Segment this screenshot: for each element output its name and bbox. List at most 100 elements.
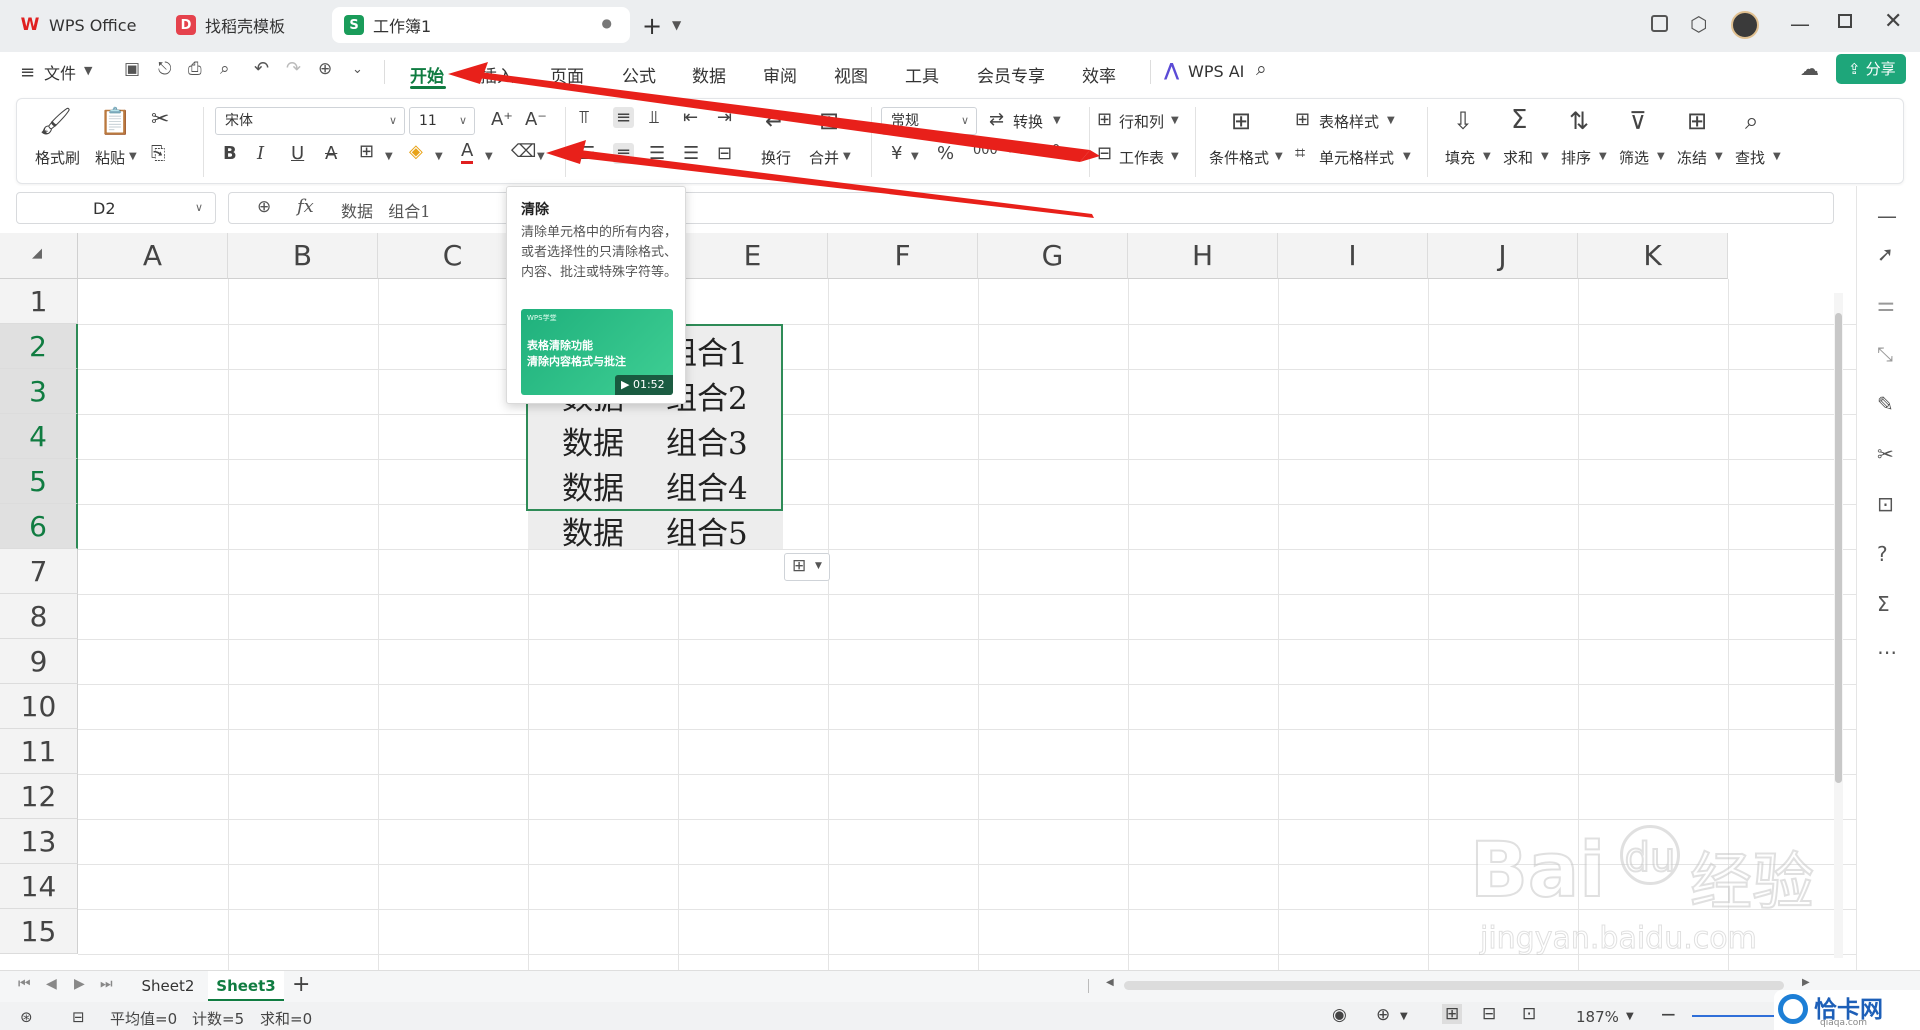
page-break-icon[interactable]: ⊡	[1522, 1004, 1536, 1024]
row-header-9[interactable]: 9	[0, 639, 78, 684]
wrap-text-icon[interactable]: ↵	[765, 107, 785, 135]
tools-icon[interactable]: ✂	[1877, 442, 1894, 466]
cell-d6-part1[interactable]: 数据	[562, 508, 624, 553]
row-header-15[interactable]: 15	[0, 909, 78, 954]
tab-workbook[interactable]: S 工作簿1 ●	[332, 7, 630, 43]
cell-d6-part2[interactable]: 组合5	[666, 508, 748, 553]
formula-sum-icon[interactable]: Σ	[1877, 592, 1890, 616]
currency-icon[interactable]: ¥	[891, 143, 902, 164]
row-col-button[interactable]: 行和列	[1119, 111, 1164, 132]
column-header-e[interactable]: E	[678, 233, 828, 279]
justify-icon[interactable]: ☰	[683, 143, 699, 164]
indent-decrease-icon[interactable]: ⇤	[683, 107, 698, 128]
percent-icon[interactable]: %	[937, 143, 954, 164]
menu-formula[interactable]: 公式	[622, 62, 656, 87]
bold-icon[interactable]: B	[223, 143, 237, 164]
menu-tools[interactable]: 工具	[905, 62, 939, 87]
wrap-text-button[interactable]: 换行	[761, 147, 791, 168]
align-center-icon[interactable]: ≡	[613, 143, 635, 164]
scroll-left-icon[interactable]: ◀	[1106, 977, 1114, 988]
search-icon[interactable]: ⌕	[1256, 58, 1267, 80]
menu-review[interactable]: 审阅	[763, 62, 797, 87]
menu-insert[interactable]: 插入	[480, 62, 514, 87]
row-header-4[interactable]: 4	[0, 414, 78, 459]
filter-icon[interactable]: ⊽	[1629, 107, 1647, 135]
align-right-icon[interactable]: ☰	[649, 143, 665, 164]
avatar[interactable]	[1731, 11, 1759, 39]
fill-icon[interactable]: ⇩	[1453, 107, 1473, 135]
convert-icon[interactable]: ⇄	[989, 109, 1004, 130]
redo-icon[interactable]: ↷	[286, 58, 301, 79]
minimize-icon[interactable]: —	[1790, 12, 1810, 36]
row-col-icon[interactable]: ⊞	[1097, 109, 1112, 130]
more-chevron-icon[interactable]: ⌄	[352, 62, 363, 77]
more-icon[interactable]: ⋯	[1877, 640, 1897, 664]
spreadsheet-grid[interactable]: ◢ ABCDEFGHIJK 123456789101112131415 数据组合…	[0, 233, 1860, 970]
row-header-5[interactable]: 5	[0, 459, 78, 504]
clear-eraser-icon[interactable]: ⌫	[511, 141, 536, 162]
menu-data[interactable]: 数据	[692, 62, 726, 87]
increase-font-icon[interactable]: A⁺	[491, 109, 513, 130]
column-header-b[interactable]: B	[228, 233, 378, 279]
find-icon[interactable]: ⌕	[1745, 107, 1758, 135]
column-header-f[interactable]: F	[828, 233, 978, 279]
zoom-level[interactable]: 187%	[1576, 1008, 1619, 1026]
menu-view[interactable]: 视图	[834, 62, 868, 87]
row-header-2[interactable]: 2	[0, 324, 78, 369]
font-name-select[interactable]: 宋体 ∨	[215, 107, 405, 135]
column-header-k[interactable]: K	[1578, 233, 1728, 279]
border-icon[interactable]: ⊞	[359, 141, 374, 162]
properties-icon[interactable]: ⚌	[1877, 292, 1895, 316]
fill-color-icon[interactable]: ◈	[409, 141, 423, 162]
table-style-icon[interactable]: ⊞	[1295, 109, 1310, 130]
save-icon[interactable]: ▣	[124, 59, 140, 79]
name-box[interactable]: D2 ∨	[16, 192, 216, 224]
fill-button[interactable]: 填充	[1445, 147, 1475, 168]
vertical-scrollbar[interactable]	[1834, 293, 1843, 958]
align-bottom-icon[interactable]: ⫫	[649, 107, 659, 128]
scroll-right-icon[interactable]: ▶	[1802, 977, 1810, 988]
chevron-down-icon[interactable]: ▼	[672, 18, 681, 32]
conditional-format-button[interactable]: 条件格式	[1209, 147, 1269, 168]
add-sheet-icon[interactable]: +	[292, 972, 310, 997]
find-button[interactable]: 查找	[1735, 147, 1765, 168]
new-tab-icon[interactable]: +	[642, 12, 662, 40]
last-sheet-icon[interactable]: ⏭	[100, 976, 113, 992]
align-top-icon[interactable]: ⫪	[579, 107, 589, 128]
row-header-6[interactable]: 6	[0, 504, 78, 549]
row-header-10[interactable]: 10	[0, 684, 78, 729]
sheet-tab-sheet2[interactable]: Sheet2	[128, 971, 208, 1001]
collapse-icon[interactable]: —	[1877, 204, 1897, 228]
sum-button[interactable]: 求和	[1503, 147, 1533, 168]
view-mode-icon[interactable]: ⊕	[1376, 1005, 1390, 1025]
copy-icon[interactable]: ⎘	[151, 143, 165, 164]
row-header-1[interactable]: 1	[0, 279, 78, 324]
close-icon[interactable]: ✕	[1884, 9, 1902, 34]
conditional-format-icon[interactable]: ⊞	[1231, 107, 1251, 135]
font-color-icon[interactable]: A	[461, 141, 474, 164]
window-layout-icon[interactable]	[1651, 15, 1668, 32]
tooltip-video[interactable]: WPS学堂 表格清除功能 清除内容格式与批注 ▶ 01:52	[521, 309, 673, 395]
distributed-icon[interactable]: ⊟	[717, 143, 732, 164]
merge-icon[interactable]: ⊞	[819, 107, 839, 135]
first-sheet-icon[interactable]: ⏮	[18, 976, 31, 992]
align-middle-icon[interactable]: ≡	[613, 107, 635, 128]
paste-icon[interactable]: 📋	[99, 107, 131, 137]
new-doc-icon[interactable]: ⊕	[318, 59, 332, 79]
sum-icon[interactable]: Σ	[1511, 105, 1527, 135]
macro-icon[interactable]: ⊛	[20, 1008, 33, 1026]
resize-icon[interactable]: ⤡	[1877, 342, 1893, 366]
wps-ai-button[interactable]: WPS AI	[1188, 62, 1244, 81]
underline-icon[interactable]: U	[291, 143, 304, 164]
cloud-upload-icon[interactable]: ☁	[1800, 58, 1819, 80]
eye-protection-icon[interactable]: ◉	[1332, 1005, 1347, 1025]
hamburger-icon[interactable]: ≡	[20, 62, 35, 83]
menu-page[interactable]: 页面	[550, 62, 584, 87]
row-header-12[interactable]: 12	[0, 774, 78, 819]
formula-input[interactable]: ⊕ fx 数据 组合1	[228, 192, 1834, 224]
sort-button[interactable]: 排序	[1561, 147, 1591, 168]
column-header-a[interactable]: A	[78, 233, 228, 279]
prev-sheet-icon[interactable]: ◀	[46, 976, 57, 992]
page-layout-icon[interactable]: ⊟	[1482, 1004, 1496, 1024]
worksheet-button[interactable]: 工作表	[1119, 147, 1164, 168]
